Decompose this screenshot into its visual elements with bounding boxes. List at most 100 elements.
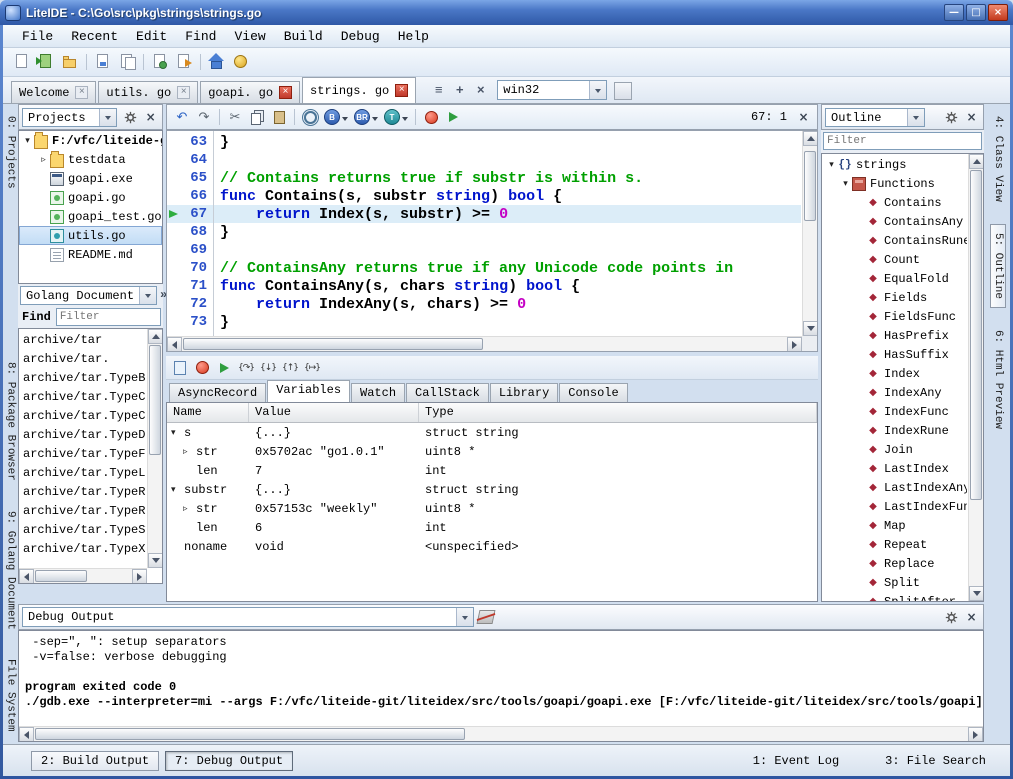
save-all-icon[interactable]: [116, 51, 138, 73]
outline-tree[interactable]: ▾ strings ▾ Functions Contains ContainsA…: [821, 153, 984, 602]
scroll-thumb[interactable]: [183, 338, 483, 350]
expander-icon[interactable]: ▾: [839, 179, 852, 189]
statusbar-toggle-button[interactable]: 2: Build Output: [31, 751, 159, 771]
home-icon[interactable]: [206, 51, 228, 73]
gear-icon[interactable]: [123, 109, 140, 126]
debug-arrow-gutter[interactable]: [167, 151, 181, 169]
godoc-list-item[interactable]: archive/tar.TypeCo: [20, 406, 146, 425]
titlebar[interactable]: LiteIDE - C:\Go\src\pkg\strings\strings.…: [0, 0, 1013, 25]
step-instruction-icon[interactable]: {↦}: [302, 358, 322, 378]
editor-horizontal-scrollbar[interactable]: [167, 336, 802, 351]
step-out-icon[interactable]: {↑}: [280, 358, 300, 378]
expander-icon[interactable]: ▾: [21, 136, 34, 146]
outline-tree-item[interactable]: Fields: [823, 288, 967, 307]
outline-tree-item[interactable]: HasPrefix: [823, 326, 967, 345]
console-horizontal-scrollbar[interactable]: [19, 726, 983, 741]
outline-tree-item[interactable]: Index: [823, 364, 967, 383]
dock-tab[interactable]: 0: Projects: [4, 108, 18, 197]
projects-view-combo[interactable]: Projects: [22, 108, 117, 127]
combo-arrow-icon[interactable]: [907, 109, 924, 126]
expander-icon[interactable]: ▾: [825, 160, 838, 170]
debug-tab[interactable]: Console: [559, 383, 627, 402]
scroll-up-button[interactable]: [803, 131, 818, 146]
continue-debug-icon[interactable]: [443, 107, 463, 127]
scroll-thumb[interactable]: [35, 728, 465, 740]
outline-tree-item[interactable]: ContainsAny: [823, 212, 967, 231]
reload-file-icon[interactable]: [149, 51, 171, 73]
build-target-combo[interactable]: win32: [497, 80, 607, 100]
menu-item[interactable]: Find: [176, 27, 225, 46]
separator-icon[interactable]: [140, 51, 147, 73]
outline-tree-item[interactable]: ▾ Functions: [823, 174, 967, 193]
project-tree-item[interactable]: utils.go: [19, 226, 162, 245]
statusbar-toggle-label[interactable]: 1: Event Log: [753, 754, 839, 768]
combo-arrow-icon[interactable]: [99, 109, 116, 126]
debug-tab[interactable]: Library: [490, 383, 558, 402]
copy-icon[interactable]: [247, 107, 267, 127]
scroll-right-button[interactable]: [968, 727, 983, 742]
column-header[interactable]: Value: [249, 403, 419, 422]
scroll-down-button[interactable]: [148, 553, 163, 568]
debug-output-console[interactable]: -sep=", ": setup separators -v=false: ve…: [18, 630, 984, 742]
scroll-left-button[interactable]: [167, 337, 182, 352]
maximize-icon[interactable]: □: [966, 4, 986, 21]
debug-arrow-gutter[interactable]: [167, 259, 181, 277]
editor-tab[interactable]: goapi. go ×: [200, 81, 300, 103]
save-file-icon[interactable]: [92, 51, 114, 73]
scroll-left-button[interactable]: [19, 727, 34, 742]
projects-tree[interactable]: ▾ F:/vfc/liteide-g ▹ testdata goapi.exe …: [18, 130, 163, 284]
variable-row[interactable]: ▹str 0x5702ac "go1.0.1" uint8 *: [167, 442, 817, 461]
dock-tab[interactable]: 4: Class View: [991, 108, 1005, 210]
godoc-list-item[interactable]: archive/tar.TypeRe: [20, 501, 146, 520]
menu-item[interactable]: File: [13, 27, 62, 46]
debug-arrow-gutter[interactable]: [167, 169, 181, 187]
open-folder-icon[interactable]: [59, 51, 81, 73]
dock-tab[interactable]: 6: Html Preview: [991, 322, 1005, 437]
separator-icon[interactable]: [291, 107, 298, 127]
close-tab-icon[interactable]: ×: [471, 81, 490, 100]
dock-tab[interactable]: File System: [4, 651, 18, 740]
target-options-button[interactable]: [614, 82, 632, 100]
minimize-icon[interactable]: —: [944, 4, 964, 21]
outline-tree-item[interactable]: Contains: [823, 193, 967, 212]
build-config-icon[interactable]: [300, 107, 320, 127]
variable-row[interactable]: ▹str 0x57153c "weekly" uint8 *: [167, 499, 817, 518]
doclist-horizontal-scrollbar[interactable]: [19, 568, 147, 583]
outline-tree-item[interactable]: Map: [823, 516, 967, 535]
debug-tab[interactable]: Watch: [351, 383, 405, 402]
godoc-list-item[interactable]: archive/tar.TypeBlc: [20, 368, 146, 387]
godoc-list-item[interactable]: archive/tar.TypeDir: [20, 425, 146, 444]
debug-tab[interactable]: CallStack: [406, 383, 489, 402]
project-tree-item[interactable]: goapi_test.go: [19, 207, 162, 226]
godoc-list-item[interactable]: archive/tar.TypeXG: [20, 539, 146, 558]
project-tree-item[interactable]: ▾ F:/vfc/liteide-g: [19, 131, 162, 150]
outline-tree-item[interactable]: Join: [823, 440, 967, 459]
editor-tab[interactable]: utils. go ×: [98, 81, 198, 103]
options-icon[interactable]: [230, 51, 252, 73]
statusbar-toggle-label[interactable]: 3: File Search: [885, 754, 986, 768]
close-panel-icon[interactable]: ×: [963, 109, 980, 126]
scroll-thumb[interactable]: [35, 570, 87, 582]
doclist-vertical-scrollbar[interactable]: [147, 329, 162, 568]
expander-icon[interactable]: ▹: [183, 447, 196, 457]
dock-tab[interactable]: 9: Golang Document: [4, 503, 18, 638]
scroll-right-button[interactable]: [787, 337, 802, 352]
output-view-combo[interactable]: Debug Output: [22, 607, 474, 627]
outline-tree-item[interactable]: EqualFold: [823, 269, 967, 288]
separator-icon[interactable]: [83, 51, 90, 73]
build-icon[interactable]: B: [322, 107, 350, 127]
start-debug-icon[interactable]: [421, 107, 441, 127]
outline-tree-item[interactable]: HasSuffix: [823, 345, 967, 364]
menu-item[interactable]: Help: [389, 27, 438, 46]
outline-tree-item[interactable]: IndexFunc: [823, 402, 967, 421]
godoc-list-item[interactable]: archive/tar: [20, 330, 146, 349]
menu-item[interactable]: Build: [275, 27, 332, 46]
outline-tree-item[interactable]: IndexAny: [823, 383, 967, 402]
scroll-down-button[interactable]: [969, 586, 984, 601]
step-over-icon[interactable]: {↷}: [236, 358, 256, 378]
menu-item[interactable]: View: [225, 27, 274, 46]
expander-icon[interactable]: ▹: [183, 504, 196, 514]
editor-vertical-scrollbar[interactable]: [802, 131, 817, 336]
step-into-icon[interactable]: {↓}: [258, 358, 278, 378]
continue-icon[interactable]: [214, 358, 234, 378]
